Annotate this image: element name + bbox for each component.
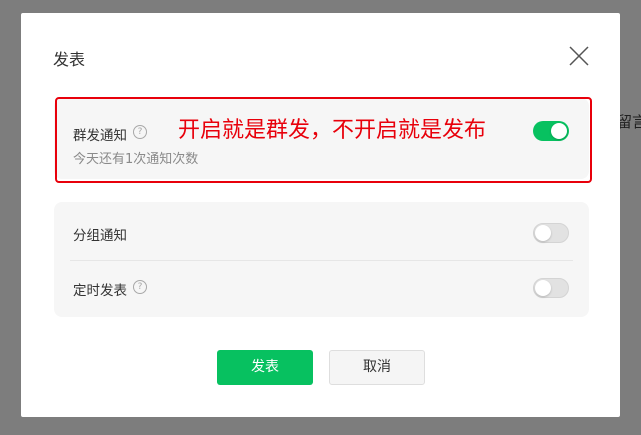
publish-button[interactable]: 发表 xyxy=(217,350,313,385)
options-panel: 分组通知 定时发表 ? xyxy=(54,202,589,317)
option-label-scheduled-publish: 定时发表 xyxy=(73,283,127,299)
publish-dialog: 发表 群发通知 ? 今天还有1次通知次数 开启就是群发，不开启就是发布 分组通知… xyxy=(21,13,620,417)
toggle-knob xyxy=(535,280,551,296)
cancel-button[interactable]: 取消 xyxy=(329,350,425,385)
question-circle-icon[interactable]: ? xyxy=(133,280,147,294)
background-peek-text: 留言 xyxy=(617,113,641,131)
scheduled-publish-toggle[interactable] xyxy=(533,278,569,298)
annotation-text: 开启就是群发，不开启就是发布 xyxy=(178,118,487,143)
option-label-group-notify: 分组通知 xyxy=(73,228,127,244)
group-notify-toggle[interactable] xyxy=(533,223,569,243)
toggle-knob xyxy=(535,225,551,241)
dialog-title: 发表 xyxy=(53,50,86,69)
close-button[interactable] xyxy=(568,45,590,67)
divider xyxy=(70,260,573,261)
close-icon xyxy=(569,46,589,66)
